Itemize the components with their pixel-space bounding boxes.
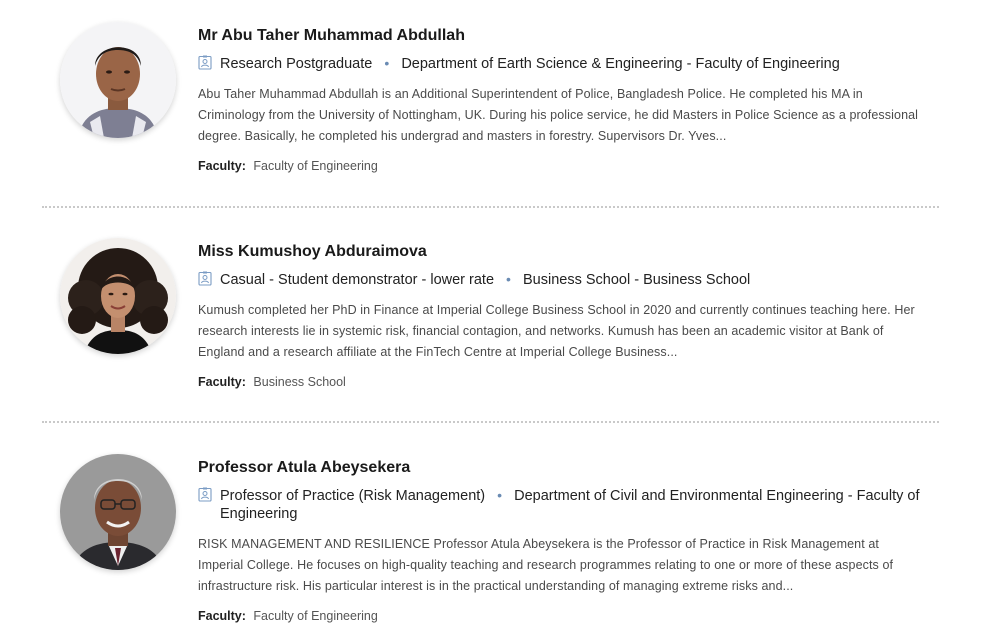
person-summary: Kumush completed her PhD in Finance at I… bbox=[198, 303, 915, 359]
role-line: Casual - Student demonstrator - lower ra… bbox=[198, 270, 923, 289]
separator-dot: • bbox=[384, 55, 390, 71]
person-summary: RISK MANAGEMENT AND RESILIENCE Professor… bbox=[198, 537, 894, 593]
separator-dot: • bbox=[497, 487, 503, 503]
person-role: Casual - Student demonstrator - lower ra… bbox=[220, 272, 495, 288]
person-name[interactable]: Miss Kumushoy Abduraimova bbox=[198, 242, 923, 262]
person-info: Miss Kumushoy Abduraimova Casual - Stude… bbox=[198, 242, 923, 391]
person-name[interactable]: Mr Abu Taher Muhammad Abdullah bbox=[198, 26, 923, 46]
faculty-value: Faculty of Engineering bbox=[253, 609, 378, 623]
list-divider bbox=[42, 206, 939, 208]
role-line: Research Postgraduate • Department of Ea… bbox=[198, 54, 923, 73]
person-summary: Abu Taher Muhammad Abdullah is an Additi… bbox=[198, 87, 919, 143]
list-divider bbox=[42, 421, 939, 423]
person-name[interactable]: Professor Atula Abeysekera bbox=[198, 458, 923, 478]
avatar[interactable] bbox=[60, 22, 176, 138]
separator-dot: • bbox=[506, 271, 511, 287]
avatar[interactable] bbox=[60, 238, 176, 354]
faculty-label: Faculty: bbox=[198, 159, 246, 173]
id-badge-icon bbox=[198, 487, 212, 502]
person-department: Department of Earth Science & Engineerin… bbox=[401, 56, 840, 72]
people-list: Mr Abu Taher Muhammad Abdullah Research … bbox=[0, 0, 997, 643]
faculty-label: Faculty: bbox=[198, 375, 246, 389]
person-role: Research Postgraduate bbox=[220, 56, 373, 72]
id-badge-icon bbox=[198, 55, 212, 70]
profile-photo bbox=[60, 454, 176, 570]
person-info: Professor Atula Abeysekera Professor of … bbox=[198, 458, 923, 625]
profile-photo bbox=[60, 22, 176, 138]
profile-photo bbox=[60, 238, 176, 354]
faculty-line: Faculty: Business School bbox=[198, 373, 923, 391]
faculty-value: Faculty of Engineering bbox=[253, 159, 378, 173]
faculty-line: Faculty: Faculty of Engineering bbox=[198, 157, 923, 175]
person-role: Professor of Practice (Risk Management) bbox=[220, 488, 486, 504]
faculty-value: Business School bbox=[253, 375, 346, 389]
person-info: Mr Abu Taher Muhammad Abdullah Research … bbox=[198, 26, 923, 175]
faculty-line: Faculty: Faculty of Engineering bbox=[198, 607, 923, 625]
id-badge-icon bbox=[198, 271, 212, 286]
faculty-label: Faculty: bbox=[198, 609, 246, 623]
person-department: Business School - Business School bbox=[522, 272, 751, 288]
role-line: Professor of Practice (Risk Management) … bbox=[198, 486, 923, 523]
avatar[interactable] bbox=[60, 454, 176, 570]
